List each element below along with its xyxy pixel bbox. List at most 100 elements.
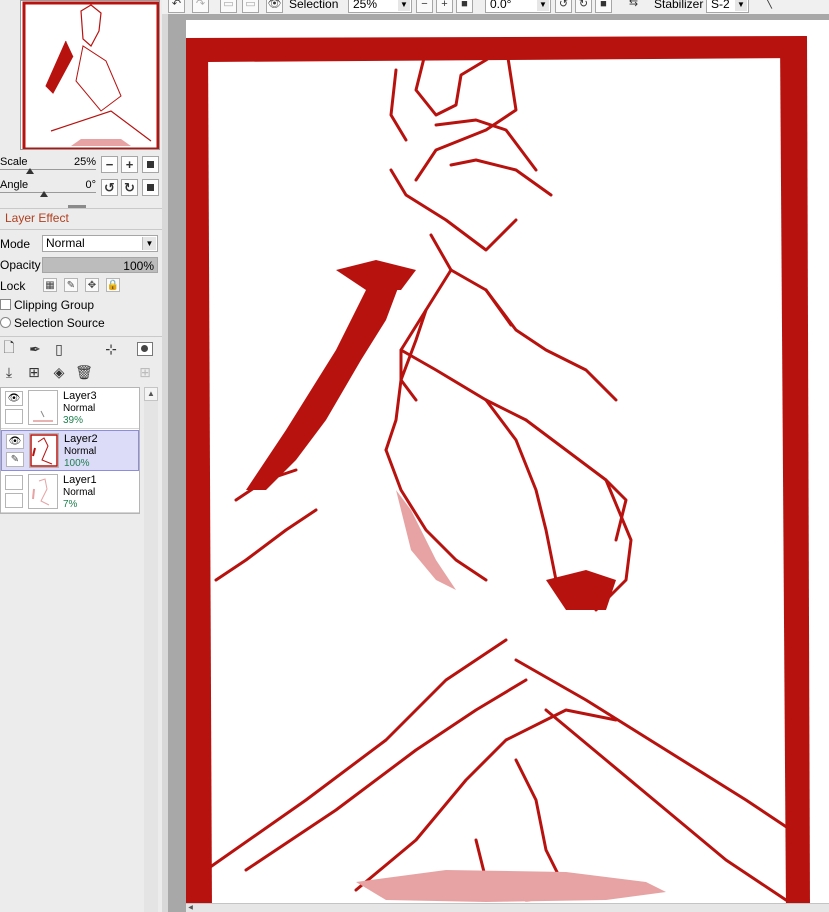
blend-mode-value: Normal <box>46 236 85 250</box>
layer-opacity: 100% <box>64 458 90 469</box>
chevron-up-icon[interactable]: ▲ <box>144 387 158 401</box>
toolbar-rotate-ccw-button[interactable]: ↺ <box>555 0 572 13</box>
toolbar-rotate-cw-button[interactable]: ↻ <box>575 0 592 13</box>
eye-off-icon[interactable] <box>5 475 23 490</box>
angle-combo[interactable]: 0.0° ▼ <box>485 0 551 13</box>
angle-label: Angle <box>0 179 29 191</box>
canvas-horizontal-scrollbar[interactable]: ◀ <box>186 903 829 912</box>
top-toolbar: ↶ ↷ ▭ ▭ 👁 Selection 25% ▼ − + ■ 0.0° ▼ ↺… <box>162 0 829 14</box>
new-layer-icon[interactable]: 🗋 <box>0 339 18 358</box>
clear-layer-icon[interactable]: ◈ <box>50 363 68 381</box>
zoom-in-button[interactable]: + <box>121 156 138 173</box>
chevron-left-icon[interactable]: ◀ <box>186 904 195 912</box>
lock-move-icon[interactable]: ✥ <box>85 278 99 292</box>
rotate-reset-button[interactable] <box>142 179 159 196</box>
scale-track <box>0 169 96 170</box>
merge-down-icon[interactable]: ⊞ <box>25 363 43 381</box>
angle-slider[interactable]: Angle 0° <box>0 179 100 199</box>
panel-splitter[interactable] <box>162 14 168 912</box>
rotate-cw-button[interactable]: ↻ <box>121 179 138 196</box>
new-folder-icon[interactable]: ▯ <box>50 340 68 358</box>
flip-horizontal-button[interactable]: ⇆ <box>625 0 642 13</box>
square-icon <box>147 161 154 168</box>
chevron-down-icon: ▼ <box>398 0 410 11</box>
selection-label: Selection <box>289 0 339 11</box>
zoom-value: 25% <box>353 0 378 11</box>
apply-mask-icon[interactable]: ⊞ <box>136 363 154 381</box>
scale-slider[interactable]: Scale 25% <box>0 156 100 176</box>
undo-button[interactable]: ↶ <box>168 0 185 13</box>
opacity-value: 100% <box>123 259 154 273</box>
layer-mode: Normal <box>64 446 97 457</box>
layer-mask-icon[interactable] <box>136 340 154 358</box>
eye-icon[interactable]: 👁 <box>5 391 23 406</box>
flip-horizontal-icon: ⇆ <box>628 0 639 9</box>
angle-track <box>0 192 96 193</box>
opacity-slider[interactable]: 100% <box>42 257 158 273</box>
lock-transparency-icon[interactable]: ▦ <box>43 278 57 292</box>
empty-box[interactable] <box>5 409 23 424</box>
transfer-down-icon[interactable]: ⤓ <box>0 363 18 381</box>
drawing-canvas[interactable] <box>186 20 829 912</box>
scale-thumb[interactable] <box>26 168 34 174</box>
sketch-fills <box>246 260 666 902</box>
new-layer-set-icon[interactable]: ✒ <box>26 340 44 358</box>
empty-box[interactable] <box>5 493 23 508</box>
stabilizer-combo[interactable]: S-2 ▼ <box>706 0 749 13</box>
chevron-down-icon: ▼ <box>537 0 549 11</box>
checkbox-icon <box>0 299 11 310</box>
blend-mode-select[interactable]: Normal ▼ <box>42 235 158 252</box>
separator <box>0 229 162 230</box>
toolbar-zoom-out-button[interactable]: − <box>416 0 433 13</box>
layer-transform-icon[interactable]: ⊹ <box>102 340 120 358</box>
layer-row-layer3[interactable]: 👁 Layer3 Normal 39% <box>1 388 139 429</box>
scale-value: 25% <box>73 156 96 168</box>
pencil-icon[interactable]: ✎ <box>6 452 24 467</box>
trash-icon[interactable]: 🗑 <box>75 363 93 381</box>
layer-row-layer1[interactable]: Layer1 Normal 7% <box>1 472 139 513</box>
layer-mode: Normal <box>63 487 96 498</box>
invert-selection-button[interactable]: ▭ <box>242 0 259 13</box>
toolbar-zoom-in-button[interactable]: + <box>436 0 453 13</box>
navigator-preview[interactable] <box>20 0 160 150</box>
straight-line-button[interactable]: ╲ <box>760 0 777 13</box>
lock-all-icon[interactable]: 🔒 <box>106 278 120 292</box>
sketch-lines <box>204 43 808 902</box>
eye-icon: 👁 <box>267 0 282 10</box>
zoom-reset-button[interactable] <box>142 156 159 173</box>
angle-value: 0° <box>85 179 96 191</box>
toolbar-zoom-reset-button[interactable]: ■ <box>456 0 473 13</box>
square-icon <box>147 184 154 191</box>
line-icon: ╲ <box>765 0 772 9</box>
left-panel: Scale 25% − + Angle 0° ↺ ↻ Layer Effect … <box>0 0 162 912</box>
lock-paint-icon[interactable]: ✎ <box>64 278 78 292</box>
separator <box>0 336 162 337</box>
layer-opacity: 39% <box>63 415 84 426</box>
toolbar-rotate-reset-button[interactable]: ■ <box>595 0 612 13</box>
deselect-icon: ▭ <box>223 0 234 10</box>
layer-name: Layer3 <box>63 390 97 402</box>
redo-icon: ↷ <box>195 0 206 10</box>
opacity-label: Opacity <box>0 258 41 272</box>
eye-icon[interactable]: 👁 <box>6 434 24 449</box>
layer-opacity: 7% <box>63 499 78 510</box>
zoom-combo[interactable]: 25% ▼ <box>348 0 412 13</box>
layer-row-layer2[interactable]: 👁 ✎ Layer2 Normal 100% <box>1 430 139 471</box>
layer-list-scrollbar[interactable]: ▲ <box>144 387 158 912</box>
show-selection-button[interactable]: 👁 <box>266 0 283 13</box>
undo-icon: ↶ <box>171 0 182 10</box>
lock-label: Lock <box>0 279 26 293</box>
layer-thumbnail <box>28 474 58 509</box>
plus-icon: + <box>125 157 134 172</box>
deselect-button[interactable]: ▭ <box>220 0 237 13</box>
square-icon: ■ <box>600 0 607 10</box>
minus-icon: − <box>421 0 428 10</box>
rotate-cw-icon: ↻ <box>124 180 135 195</box>
zoom-out-button[interactable]: − <box>101 156 118 173</box>
redo-button[interactable]: ↷ <box>192 0 209 13</box>
rotate-ccw-button[interactable]: ↺ <box>101 179 118 196</box>
angle-thumb[interactable] <box>40 191 48 197</box>
minus-icon: − <box>105 157 114 172</box>
layer-name: Layer1 <box>63 474 97 486</box>
clipping-group-label: Clipping Group <box>14 298 95 312</box>
